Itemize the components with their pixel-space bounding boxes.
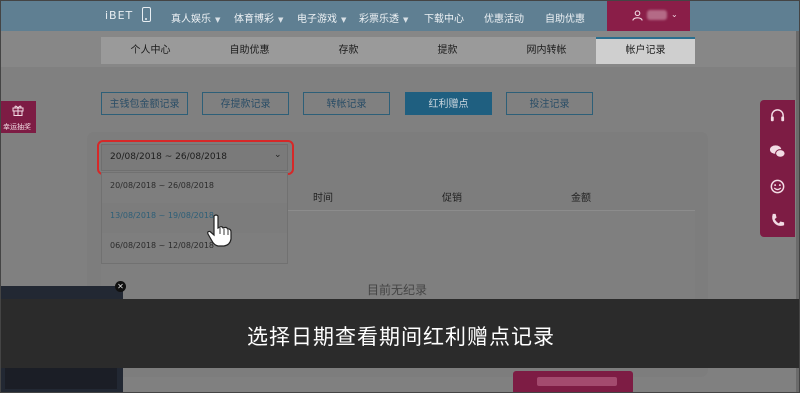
empty-records-text: 目前无纪录 <box>367 283 428 297</box>
nav-item-live-casino[interactable]: 真人娱乐 ▼ <box>171 10 220 25</box>
chevron-down-icon: ⌄ <box>671 10 678 19</box>
lucky-draw-widget[interactable]: 幸运抽奖 <box>1 101 36 133</box>
tab-withdraw[interactable]: 提款 <box>398 37 497 64</box>
bonus-points-records-button[interactable]: 红利赠点 <box>405 92 492 115</box>
transfer-records-button[interactable]: 转帐记录 <box>303 92 390 115</box>
date-range-option-label: 06/08/2018 ~ 12/08/2018 <box>110 241 215 250</box>
nav-label: 彩票乐透 <box>359 14 399 25</box>
nav-item-lottery[interactable]: 彩票乐透 ▼ <box>359 10 408 25</box>
top-nav: iBET 真人娱乐 ▼ 体育博彩 ▼ 电子游戏 ▼ 彩票乐透 ▼ 下载中心 优惠活动 自… <box>1 1 799 31</box>
nav-item-download[interactable]: 下载中心 <box>424 10 464 25</box>
tab-personal-center[interactable]: 个人中心 <box>101 37 200 64</box>
account-tabs: 个人中心 自助优惠 存款 提款 网内转帐 帐户记录 <box>101 37 695 64</box>
date-range-option[interactable]: 13/08/2018 ~ 19/08/2018 <box>102 203 287 233</box>
column-header-amount: 金额 <box>571 193 591 204</box>
betting-records-button[interactable]: 投注记录 <box>506 92 593 115</box>
blurred-action-button[interactable] <box>513 371 633 392</box>
column-header-time: 时间 <box>313 193 333 204</box>
tab-deposit[interactable]: 存款 <box>299 37 398 64</box>
screen-frame: iBET 真人娱乐 ▼ 体育博彩 ▼ 电子游戏 ▼ 彩票乐透 ▼ 下载中心 优惠活动 自… <box>0 0 800 393</box>
nav-label: 优惠活动 <box>484 14 524 25</box>
tutorial-caption-bar: 选择日期查看期间红利赠点记录 <box>1 299 799 368</box>
chevron-down-icon: ▼ <box>341 16 347 24</box>
main-wallet-records-button[interactable]: 主钱包金额记录 <box>101 92 188 115</box>
nav-item-self-service-bonus[interactable]: 自助优惠 <box>545 10 585 25</box>
date-range-option[interactable]: 06/08/2018 ~ 12/08/2018 <box>102 233 287 263</box>
chevron-down-icon: ▼ <box>403 16 409 24</box>
tab-account-records[interactable]: 帐户记录 <box>596 37 695 64</box>
user-menu-button[interactable]: ⌄ <box>607 1 690 31</box>
username-blurred <box>647 10 667 20</box>
site-logo[interactable]: iBET <box>105 9 133 22</box>
date-range-option[interactable]: 20/08/2018 ~ 26/08/2018 <box>102 173 287 203</box>
mobile-phone-icon[interactable] <box>142 7 151 22</box>
close-icon[interactable]: ✕ <box>115 281 126 292</box>
nav-item-promotions[interactable]: 优惠活动 <box>484 10 524 25</box>
nav-label: 体育博彩 <box>234 14 274 25</box>
phone-call-icon[interactable] <box>769 212 786 229</box>
blurred-button-label <box>537 377 617 386</box>
nav-item-slots[interactable]: 电子游戏 ▼ <box>297 10 346 25</box>
highlight-box <box>97 140 294 175</box>
user-icon <box>632 10 643 21</box>
date-range-option-label: 20/08/2018 ~ 26/08/2018 <box>110 181 215 190</box>
tutorial-caption-text: 选择日期查看期间红利赠点记录 <box>247 325 555 349</box>
smile-icon[interactable] <box>769 178 786 195</box>
chat-icon[interactable] <box>769 143 786 160</box>
hand-pointer-cursor-icon <box>207 214 232 247</box>
tab-internal-transfer[interactable]: 网内转帐 <box>497 37 596 64</box>
lucky-draw-label: 幸运抽奖 <box>3 123 31 131</box>
nav-label: 真人娱乐 <box>171 14 211 25</box>
headset-icon[interactable] <box>769 108 786 125</box>
nav-label: 自助优惠 <box>545 14 585 25</box>
column-header-promotion: 促销 <box>442 193 462 204</box>
nav-item-sports[interactable]: 体育博彩 ▼ <box>234 10 283 25</box>
date-range-dropdown: 20/08/2018 ~ 26/08/2018 13/08/2018 ~ 19/… <box>101 172 288 264</box>
date-range-option-label: 13/08/2018 ~ 19/08/2018 <box>110 211 215 220</box>
tab-self-service-bonus[interactable]: 自助优惠 <box>200 37 299 64</box>
deposit-withdraw-records-button[interactable]: 存提款记录 <box>202 92 289 115</box>
nav-label: 下载中心 <box>424 14 464 25</box>
right-service-sidebar <box>760 100 795 237</box>
gift-icon <box>12 105 24 116</box>
chevron-down-icon: ▼ <box>215 16 221 24</box>
chevron-down-icon: ▼ <box>278 16 284 24</box>
nav-label: 电子游戏 <box>297 14 337 25</box>
